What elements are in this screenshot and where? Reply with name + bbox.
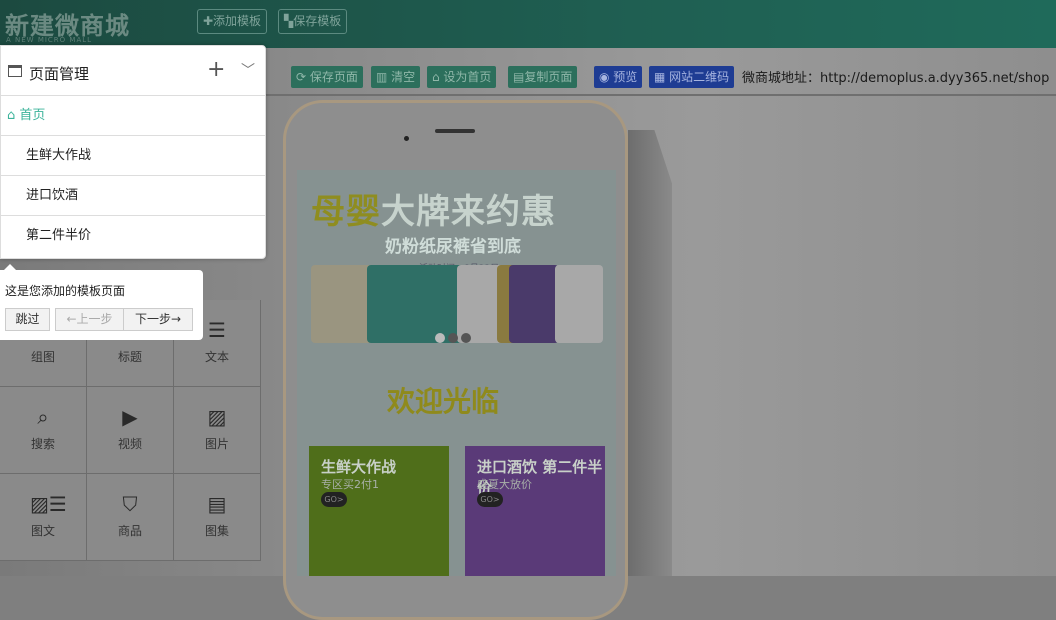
image-text-icon: ▨☰ xyxy=(30,492,67,516)
component-label: 标题 xyxy=(117,350,142,364)
phone-speaker xyxy=(435,129,475,133)
component-label: 图文 xyxy=(30,524,55,538)
set-home-button[interactable]: ⌂ 设为首页 xyxy=(427,66,497,88)
tour-message: 这是您添加的模板页面 xyxy=(5,284,126,298)
carousel-dots[interactable] xyxy=(435,332,474,347)
component-label: 文本 xyxy=(204,350,229,364)
page-item[interactable]: 第二件半价 xyxy=(1,216,265,256)
phone-camera xyxy=(404,136,409,141)
chevron-down-icon[interactable]: ﹀ xyxy=(241,60,255,80)
top-header: 新建微商城 A NEW MICRO MALL ✚添加模板 ▚保存模板 xyxy=(0,0,1056,48)
go-button[interactable]: GO> xyxy=(321,492,347,507)
add-template-button[interactable]: ✚添加模板 xyxy=(197,9,268,34)
component-label: 视频 xyxy=(117,437,142,451)
product-image xyxy=(509,265,559,343)
shop-address: 微商城地址：http://demoplus.a.dyy365.net/shop xyxy=(742,71,1050,86)
component-video[interactable]: ▶ 视频 xyxy=(87,387,174,474)
logo-subtitle: A NEW MICRO MALL xyxy=(6,36,93,44)
component-label: 图片 xyxy=(204,437,229,451)
save-template-button[interactable]: ▚保存模板 xyxy=(278,9,348,34)
banner-title: 母婴大牌来约惠 xyxy=(311,192,556,232)
qrcode-button[interactable]: ▦ 网站二维码 xyxy=(649,66,735,88)
promo-card-fresh[interactable]: 生鲜大作战 专区买2付1 GO> xyxy=(309,446,449,576)
copy-page-button[interactable]: ▤复制页面 xyxy=(508,66,578,88)
tour-tooltip: 这是您添加的模板页面 跳过 ←上一步 下一步→ xyxy=(0,264,203,340)
image-icon: ▨ xyxy=(207,405,227,429)
save-page-button[interactable]: ⟳ 保存页面 xyxy=(291,66,363,88)
preview-button[interactable]: ◉ 预览 xyxy=(594,66,643,88)
phone-preview[interactable]: 母婴大牌来约惠 奶粉纸尿裤省到底 活动时间：8月22日 欢迎光临 生鲜大作战 专… xyxy=(297,170,616,576)
prev-step-button[interactable]: ←上一步 xyxy=(55,308,124,331)
bag-icon: ⛉ xyxy=(122,492,138,516)
page-item-home[interactable]: ⌂ 首页 xyxy=(1,96,265,136)
component-image[interactable]: ▨ 图片 xyxy=(174,387,261,474)
page-icon xyxy=(8,65,22,77)
skip-button[interactable]: 跳过 xyxy=(5,308,50,331)
component-label: 商品 xyxy=(117,524,142,538)
panel-title: 页面管理 xyxy=(29,65,90,83)
divider xyxy=(265,94,1056,96)
gallery-icon: ▤ xyxy=(207,492,227,516)
component-label: 图集 xyxy=(204,524,229,538)
go-button[interactable]: GO> xyxy=(477,492,503,507)
text-icon: ☰ xyxy=(208,318,226,342)
page-management-panel: 页面管理 + ﹀ ⌂ 首页 生鲜大作战 进口饮酒 第二件半价 xyxy=(0,45,266,259)
search-icon: ⌕ xyxy=(37,405,49,429)
welcome-text: 欢迎光临 xyxy=(387,385,500,418)
component-label: 组图 xyxy=(30,350,55,364)
phone-side xyxy=(628,130,672,576)
component-bag[interactable]: ⛉ 商品 xyxy=(87,474,174,561)
component-gallery[interactable]: ▤ 图集 xyxy=(174,474,261,561)
add-page-icon[interactable]: + xyxy=(207,57,225,82)
next-step-button[interactable]: 下一步→ xyxy=(123,308,193,331)
component-image-text[interactable]: ▨☰ 图文 xyxy=(0,474,87,561)
banner-subtitle: 奶粉纸尿裤省到底 xyxy=(385,237,521,257)
page-item[interactable]: 进口饮酒 xyxy=(1,176,265,216)
video-icon: ▶ xyxy=(122,405,138,429)
clear-button[interactable]: ▥ 清空 xyxy=(371,66,421,88)
page-item[interactable]: 生鲜大作战 xyxy=(1,136,265,176)
product-image xyxy=(555,265,603,343)
component-label: 搜索 xyxy=(30,437,55,451)
promo-card-wine[interactable]: 进口酒饮 第二件半价 盛夏大放价 GO> xyxy=(465,446,605,576)
component-search[interactable]: ⌕ 搜索 xyxy=(0,387,87,474)
